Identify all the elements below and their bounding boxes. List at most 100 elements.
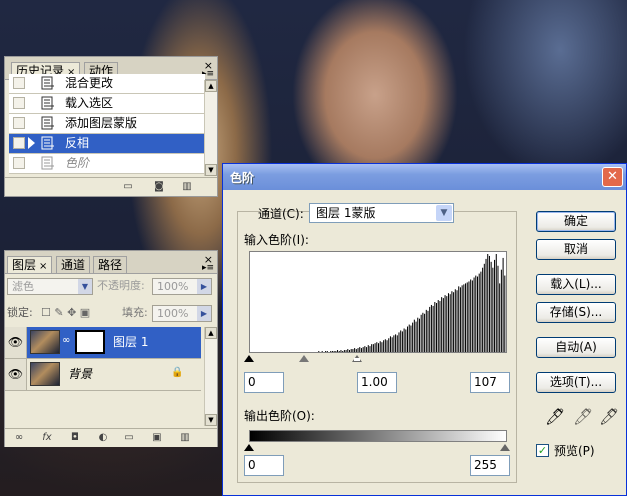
opacity-label: 不透明度: [97, 279, 145, 292]
scroll-up-icon[interactable]: ▲ [205, 80, 217, 92]
preview-checkbox[interactable]: ✓ [536, 444, 549, 457]
fill-slider-icon[interactable]: ▶ [197, 306, 211, 321]
channel-label: 通道(C): [258, 207, 304, 221]
tab-layers[interactable]: 图层 × [7, 256, 53, 273]
auto-button[interactable]: 自动(A) [536, 337, 616, 358]
histogram-bar [449, 294, 451, 352]
white-eyedropper-icon[interactable]: 🖊 [599, 409, 619, 425]
save-button[interactable]: 存储(S)... [536, 302, 616, 323]
output-levels-label: 输出色阶(O): [244, 409, 315, 423]
history-item[interactable]: 载入选区 [9, 94, 205, 114]
histogram-bar [350, 349, 352, 352]
history-item-label: 反相 [65, 136, 90, 150]
link-layers-icon[interactable]: ∞ [13, 432, 25, 443]
eye-icon[interactable]: 👁 [5, 327, 27, 358]
histogram-bar [355, 349, 357, 352]
input-white-value: 107 [474, 375, 497, 389]
scroll-up-icon[interactable]: ▲ [205, 327, 217, 339]
channel-select[interactable]: 图层 1蒙版 ▼ [309, 203, 454, 223]
output-black-value: 0 [248, 458, 256, 472]
input-gamma-slider[interactable] [299, 355, 309, 362]
close-icon[interactable]: ✕ [602, 167, 623, 187]
input-black-slider[interactable] [244, 355, 254, 362]
snapshot-checkbox[interactable] [13, 77, 25, 89]
histogram-bar [395, 334, 397, 352]
histogram-bar [400, 330, 402, 352]
panel-menu-icon[interactable]: ▸≡ [202, 263, 214, 273]
link-icon[interactable]: ∞ [62, 335, 70, 346]
tab-channels[interactable]: 通道 [56, 256, 91, 273]
snapshot-checkbox[interactable] [13, 97, 25, 109]
fill-input[interactable]: 100% ▶ [152, 305, 212, 322]
histogram-svg [318, 254, 506, 352]
histogram-bar [388, 338, 390, 352]
histogram-bar [372, 344, 374, 352]
trash-icon[interactable]: ▥ [179, 432, 191, 443]
layer-row[interactable]: 👁 背景 🔒 [5, 359, 201, 391]
options-button[interactable]: 选项(T)... [536, 372, 616, 393]
folder-icon[interactable]: ▭ [123, 432, 135, 443]
opacity-slider-icon[interactable]: ▶ [197, 279, 211, 294]
new-layer-icon[interactable]: ▣ [151, 432, 163, 443]
histogram-bar [357, 348, 359, 352]
histogram-bar [432, 305, 434, 352]
snapshot-checkbox[interactable] [13, 117, 25, 129]
layer-row[interactable]: 👁 ∞ 图层 1 [5, 327, 201, 359]
fx-icon[interactable]: fx [41, 432, 53, 443]
history-state-arrow-icon[interactable] [28, 137, 35, 149]
histogram-bar [393, 335, 395, 352]
tab-paths-label: 路径 [98, 258, 123, 272]
histogram-bar [405, 329, 407, 352]
histogram-bar [425, 309, 427, 352]
histogram-bar [461, 285, 463, 352]
dialog-title-bar[interactable]: 色阶 ✕ [223, 164, 626, 190]
histogram-bar [439, 301, 441, 352]
lock-icons[interactable]: ☐ ✎ ✥ ▣ [41, 305, 90, 321]
histogram-bar [347, 349, 349, 352]
history-item[interactable]: 反相 [9, 134, 205, 154]
history-step-icon [41, 156, 54, 170]
input-black-field[interactable]: 0 [244, 372, 284, 393]
eye-icon[interactable]: 👁 [5, 359, 27, 390]
output-white-slider[interactable] [500, 444, 510, 451]
trash-icon[interactable]: ▥ [181, 181, 193, 192]
snapshot-icon[interactable]: ◙ [153, 181, 165, 192]
adjustment-layer-icon[interactable]: ◐ [97, 432, 109, 443]
histogram-bar [454, 289, 456, 352]
histogram-bar [417, 317, 419, 352]
opacity-input[interactable]: 100% ▶ [152, 278, 212, 295]
output-white-field[interactable]: 255 [470, 455, 510, 476]
history-scrollbar[interactable]: ▲ ▼ [204, 80, 217, 176]
black-eyedropper-icon[interactable]: 🖊 [545, 409, 565, 425]
blend-mode-select[interactable]: 滤色 ▼ [7, 278, 93, 295]
histogram-bar [376, 342, 378, 352]
histogram-bar [345, 350, 347, 352]
history-item[interactable]: 混合更改 [9, 74, 205, 94]
gray-eyedropper-icon[interactable]: 🖊 [573, 409, 593, 425]
new-document-icon[interactable]: ▭ [122, 181, 134, 192]
history-item[interactable]: 添加图层蒙版 [9, 114, 205, 134]
scroll-down-icon[interactable]: ▼ [205, 164, 217, 176]
ok-button[interactable]: 确定 [536, 211, 616, 232]
cancel-button[interactable]: 取消 [536, 239, 616, 260]
snapshot-checkbox[interactable] [13, 157, 25, 169]
input-gamma-field[interactable]: 1.00 [357, 372, 397, 393]
histogram-bar [391, 337, 393, 352]
histogram-bar [413, 319, 415, 352]
histogram-bar [378, 343, 380, 352]
tab-paths[interactable]: 路径 [93, 256, 128, 273]
layer-mask-thumbnail[interactable] [75, 330, 105, 354]
histogram-bar [430, 304, 432, 352]
histogram-bar [325, 351, 327, 352]
snapshot-checkbox[interactable] [13, 137, 25, 149]
scroll-down-icon[interactable]: ▼ [205, 414, 217, 426]
load-button[interactable]: 载入(L)... [536, 274, 616, 295]
input-levels-label: 输入色阶(I): [244, 233, 309, 247]
tab-close-icon[interactable]: × [39, 261, 47, 272]
output-black-slider[interactable] [244, 444, 254, 451]
output-black-field[interactable]: 0 [244, 455, 284, 476]
history-item[interactable]: 色阶 [9, 154, 205, 174]
add-mask-icon[interactable]: ◘ [69, 432, 81, 443]
layers-scrollbar[interactable]: ▲ ▼ [204, 327, 217, 426]
input-white-field[interactable]: 107 [470, 372, 510, 393]
